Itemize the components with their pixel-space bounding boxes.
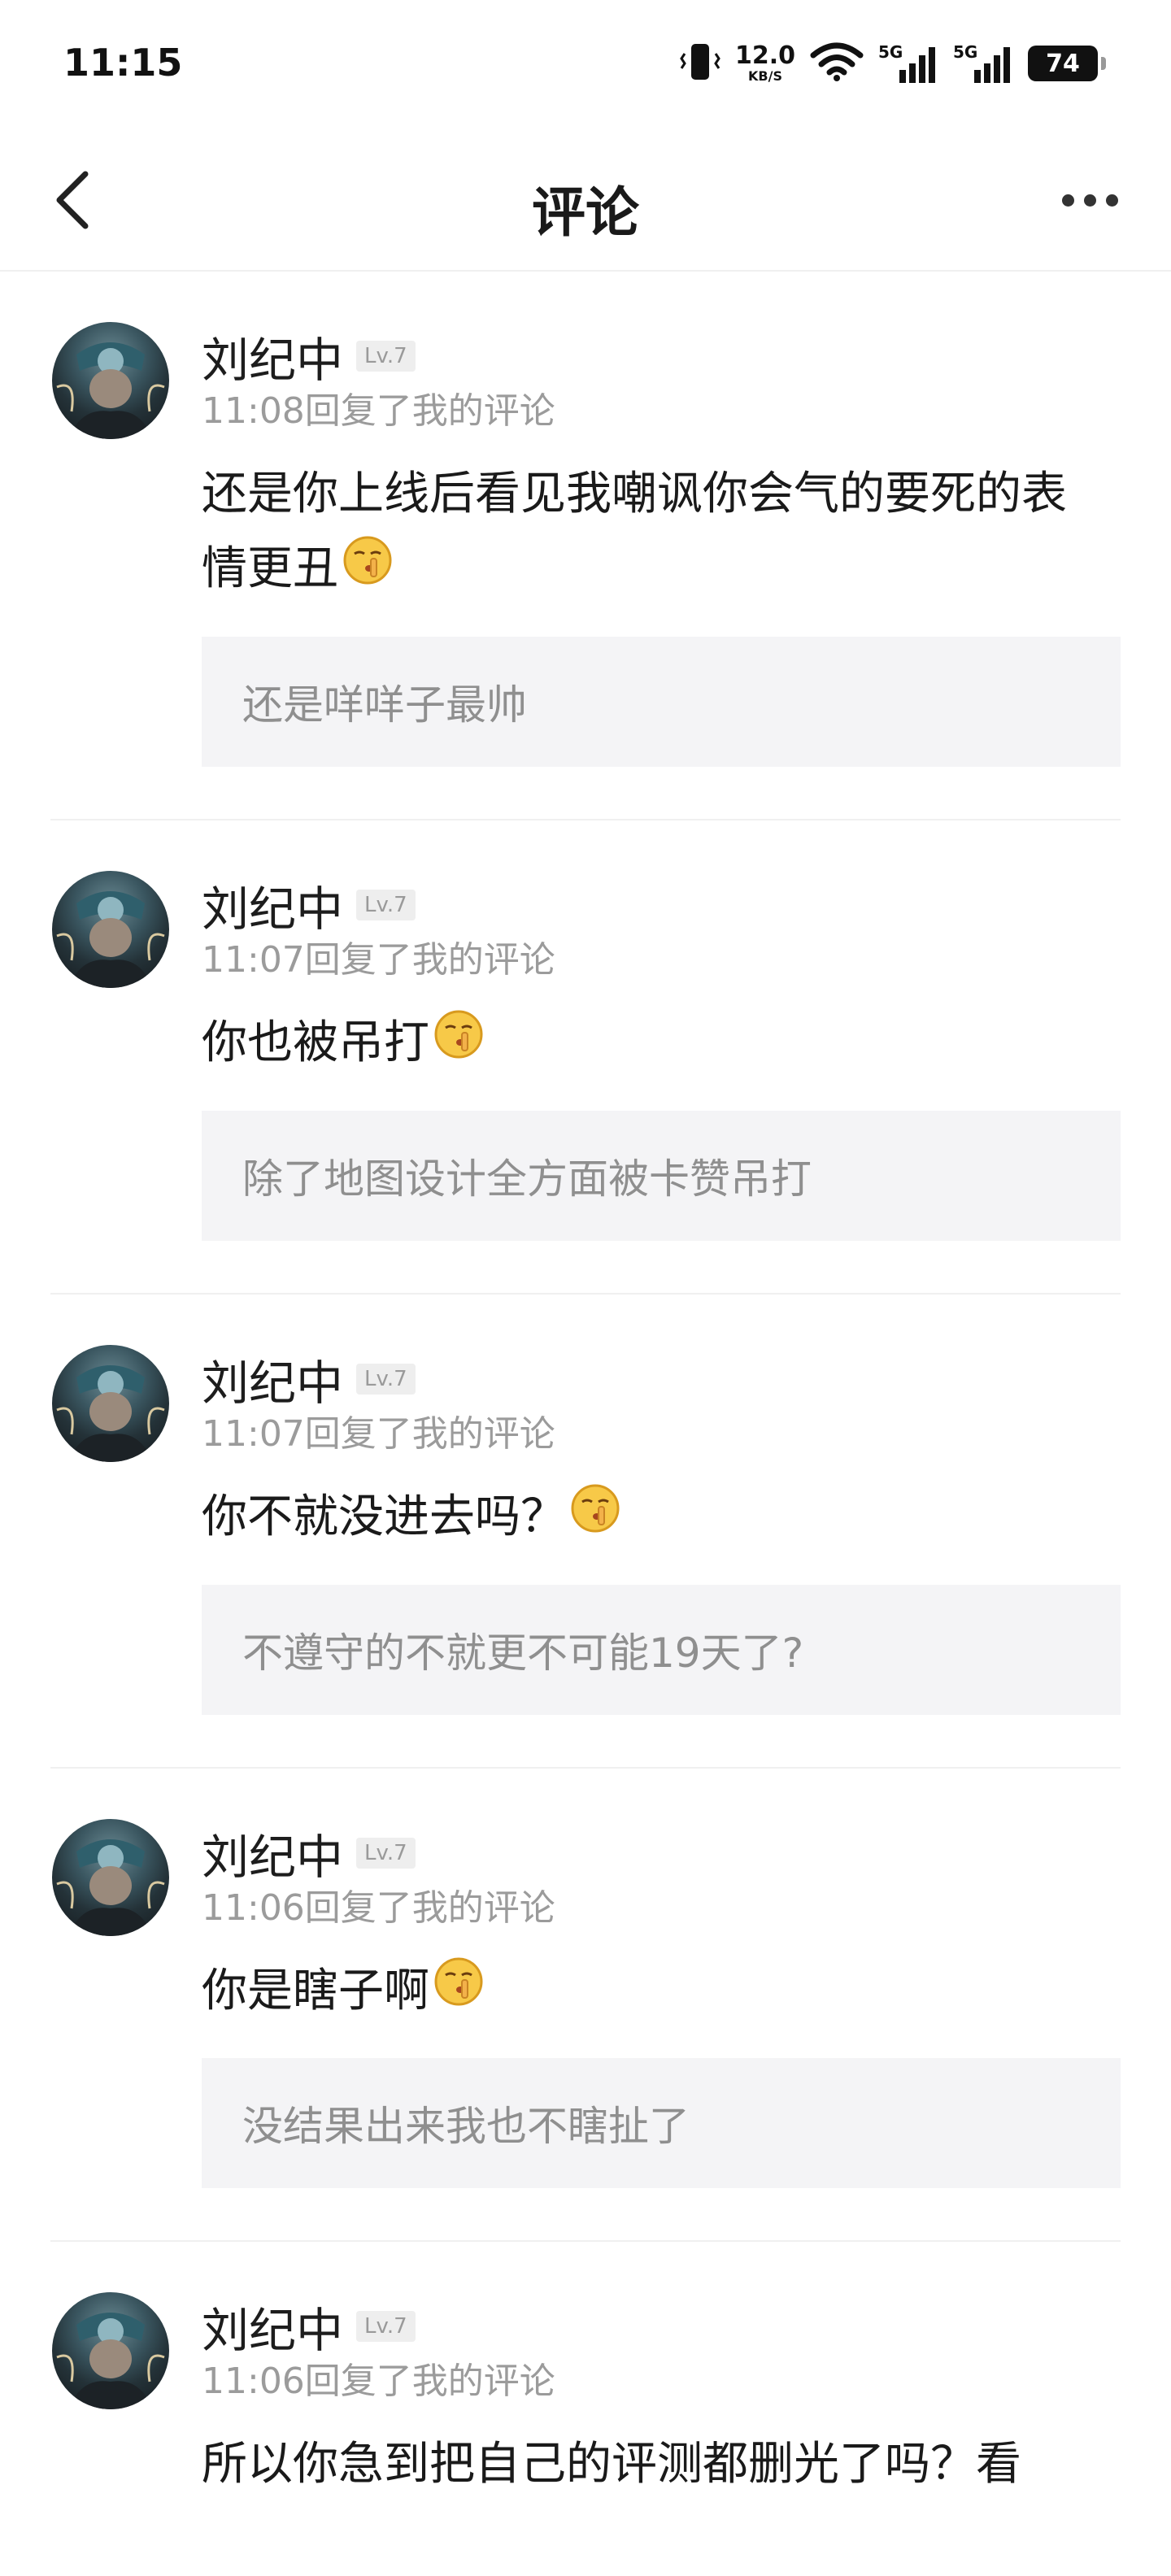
comment-meta: 11:06回复了我的评论 xyxy=(202,2361,555,2403)
comment-meta: 11:06回复了我的评论 xyxy=(202,1886,555,1929)
quoted-my-comment[interactable]: 除了地图设计全方面被卡赞吊打 xyxy=(202,1110,1121,1241)
cellular-signal-2: 5G xyxy=(953,42,1013,85)
level-badge: Lv.7 xyxy=(356,1363,416,1395)
avatar[interactable] xyxy=(52,1344,169,1462)
more-dot-icon xyxy=(1061,194,1074,207)
comment-item[interactable]: 刘纪中 Lv.7 11:06回复了我的评论 你是瞎子啊 没结果出来我也不瞎扯了 xyxy=(50,1769,1121,2243)
signal-bars-icon xyxy=(974,47,1010,83)
nav-bar: 评论 xyxy=(0,130,1171,272)
comment-item[interactable]: 刘纪中 Lv.7 11:07回复了我的评论 你不就没进去吗？ 不遵守的不就更不可… xyxy=(50,1295,1121,1769)
comment-meta: 11:07回复了我的评论 xyxy=(202,1412,555,1455)
username[interactable]: 刘纪中 xyxy=(202,2292,343,2361)
comment-meta: 11:07回复了我的评论 xyxy=(202,938,555,981)
avatar[interactable] xyxy=(52,2292,169,2410)
shush-emoji-icon xyxy=(433,1008,485,1083)
more-dot-icon xyxy=(1083,194,1096,207)
comment-text[interactable]: 你也被吊打 xyxy=(202,1006,1121,1083)
network-speed: 12.0 KB/S xyxy=(735,44,795,83)
battery-level: 74 xyxy=(1046,49,1080,78)
comment-body: 刘纪中 Lv.7 11:06回复了我的评论 你是瞎子啊 没结果出来我也不瞎扯了 xyxy=(202,1769,1121,2241)
comment-text[interactable]: 你是瞎子啊 xyxy=(202,1954,1121,2031)
username[interactable]: 刘纪中 xyxy=(202,322,343,390)
comment-header: 刘纪中 Lv.7 xyxy=(202,1350,1121,1411)
network-speed-value: 12.0 xyxy=(734,41,795,70)
level-badge: Lv.7 xyxy=(356,341,416,372)
status-time: 11:15 xyxy=(63,41,183,85)
level-badge: Lv.7 xyxy=(356,889,416,920)
status-icons: 12.0 KB/S 5G 5G 74 xyxy=(680,39,1106,88)
comment-text-content: 你也被吊打 xyxy=(202,1016,429,1069)
comment-header: 刘纪中 Lv.7 xyxy=(202,327,1121,388)
level-badge: Lv.7 xyxy=(356,1837,416,1869)
comment-text-content: 你是瞎子啊 xyxy=(202,1964,429,2017)
shush-emoji-icon xyxy=(342,534,394,609)
more-options-button[interactable] xyxy=(1049,168,1130,233)
status-bar: 11:15 12.0 KB/S 5G 5G 74 xyxy=(0,0,1171,130)
quoted-my-comment[interactable]: 没结果出来我也不瞎扯了 xyxy=(202,2058,1121,2189)
username[interactable]: 刘纪中 xyxy=(202,1345,343,1413)
battery-indicator: 74 xyxy=(1028,46,1106,81)
quoted-my-comment[interactable]: 不遵守的不就更不可能19天了? xyxy=(202,1584,1121,1715)
comment-item[interactable]: 刘纪中 Lv.7 11:08回复了我的评论 还是你上线后看见我嘲讽你会气的要死的… xyxy=(50,272,1121,820)
comment-body: 刘纪中 Lv.7 11:08回复了我的评论 还是你上线后看见我嘲讽你会气的要死的… xyxy=(202,272,1121,819)
shush-emoji-icon xyxy=(569,1482,621,1557)
cellular-signal-1: 5G xyxy=(878,42,938,85)
signal-bars-icon xyxy=(899,47,935,83)
comment-body: 刘纪中 Lv.7 11:07回复了我的评论 你不就没进去吗？ 不遵守的不就更不可… xyxy=(202,1295,1121,1767)
network-speed-unit: KB/S xyxy=(748,68,782,84)
comment-text-content: 还是你上线后看见我嘲讽你会气的要死的表情更丑 xyxy=(202,468,1067,595)
comment-text[interactable]: 还是你上线后看见我嘲讽你会气的要死的表情更丑 xyxy=(202,457,1121,609)
comment-item[interactable]: 刘纪中 Lv.7 11:06回复了我的评论 所以你急到把自己的评测都删光了吗？看 xyxy=(50,2242,1121,2502)
username[interactable]: 刘纪中 xyxy=(202,1819,343,1887)
comment-list: 刘纪中 Lv.7 11:08回复了我的评论 还是你上线后看见我嘲讽你会气的要死的… xyxy=(0,272,1171,2502)
quoted-my-comment[interactable]: 还是咩咩子最帅 xyxy=(202,636,1121,767)
avatar[interactable] xyxy=(52,322,169,439)
comment-body: 刘纪中 Lv.7 11:07回复了我的评论 你也被吊打 除了地图设计全方面被卡赞… xyxy=(202,820,1121,1293)
comment-meta: 11:08回复了我的评论 xyxy=(202,390,555,432)
more-dot-icon xyxy=(1105,194,1118,207)
avatar[interactable] xyxy=(52,870,169,988)
comment-header: 刘纪中 Lv.7 xyxy=(202,2297,1121,2358)
comment-item[interactable]: 刘纪中 Lv.7 11:07回复了我的评论 你也被吊打 除了地图设计全方面被卡赞… xyxy=(50,820,1121,1295)
wifi-icon xyxy=(810,41,864,86)
comment-header: 刘纪中 Lv.7 xyxy=(202,1824,1121,1885)
avatar[interactable] xyxy=(52,1818,169,1936)
username[interactable]: 刘纪中 xyxy=(202,871,343,939)
vibrate-icon xyxy=(680,41,720,86)
level-badge: Lv.7 xyxy=(356,2311,416,2343)
page-title: 评论 xyxy=(532,181,639,244)
comment-body: 刘纪中 Lv.7 11:06回复了我的评论 所以你急到把自己的评测都删光了吗？看 xyxy=(202,2242,1121,2502)
comment-text-content: 所以你急到把自己的评测都删光了吗？看 xyxy=(202,2438,1021,2491)
comment-text[interactable]: 你不就没进去吗？ xyxy=(202,1480,1121,1557)
comments-page: 11:15 12.0 KB/S 5G 5G 74 评论 刘纪中 Lv.7 11:… xyxy=(0,0,1171,2576)
comment-text[interactable]: 所以你急到把自己的评测都删光了吗？看 xyxy=(202,2427,1121,2502)
comment-header: 刘纪中 Lv.7 xyxy=(202,876,1121,937)
comment-text-content: 你不就没进去吗？ xyxy=(202,1490,566,1543)
shush-emoji-icon xyxy=(433,1956,485,2030)
